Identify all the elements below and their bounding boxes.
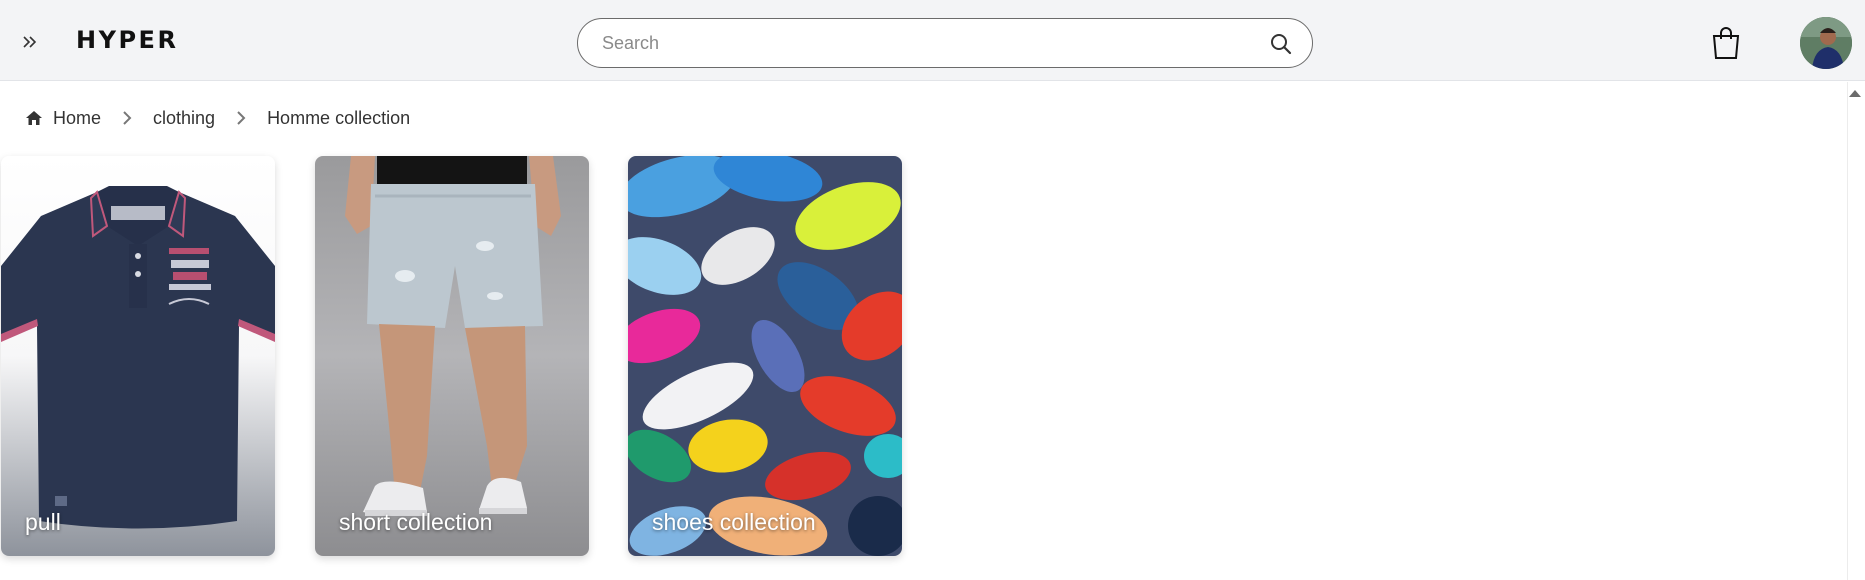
scroll-up-arrow-icon[interactable] [1849, 90, 1861, 97]
breadcrumb: Home clothing Homme collection [25, 106, 410, 130]
breadcrumb-label: Homme collection [267, 107, 411, 128]
vertical-scrollbar[interactable] [1847, 82, 1865, 580]
top-bar: HYPER [0, 0, 1865, 81]
polo-shirt-image [1, 156, 275, 556]
brand-logo[interactable]: HYPER [76, 26, 178, 54]
shoes-pile-image [628, 156, 902, 556]
breadcrumb-label: clothing [153, 107, 216, 128]
shopping-bag-icon[interactable] [1710, 26, 1742, 60]
breadcrumb-current[interactable]: Homme collection [267, 108, 410, 129]
breadcrumb-clothing[interactable]: clothing [153, 108, 215, 129]
user-avatar[interactable] [1800, 17, 1852, 69]
home-icon [26, 111, 42, 125]
chevron-right-icon [235, 110, 247, 126]
search-bar [577, 18, 1313, 68]
category-label: shoes collection [652, 509, 816, 535]
category-label: short collection [339, 509, 493, 535]
expand-menu-icon[interactable] [18, 30, 42, 54]
category-card-shorts[interactable]: short collection [315, 156, 589, 556]
denim-shorts-image [315, 156, 589, 556]
category-label: pull [25, 509, 61, 535]
breadcrumb-home[interactable]: Home [25, 108, 101, 129]
category-card-shoes[interactable]: shoes collection [628, 156, 902, 556]
search-icon[interactable] [1268, 31, 1294, 57]
category-card-pull[interactable]: pull [1, 156, 275, 556]
search-input[interactable] [602, 19, 1242, 67]
chevron-right-icon [121, 110, 133, 126]
breadcrumb-label: Home [53, 107, 102, 128]
